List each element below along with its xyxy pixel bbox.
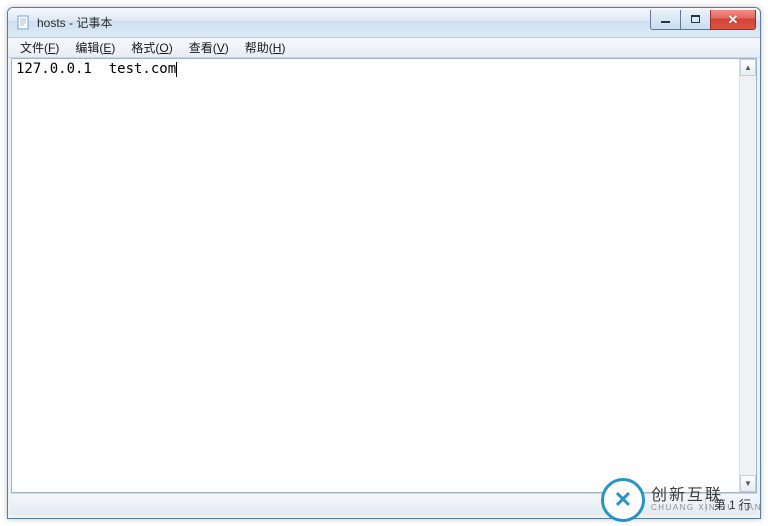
menu-view[interactable]: 查看(V) <box>181 38 237 57</box>
scroll-down-button[interactable]: ▼ <box>740 475 756 492</box>
menu-file[interactable]: 文件(F) <box>12 38 67 57</box>
minimize-icon <box>661 21 670 23</box>
menu-help[interactable]: 帮助(H) <box>237 38 294 57</box>
chevron-down-icon: ▼ <box>744 479 752 488</box>
menu-format[interactable]: 格式(O) <box>123 38 180 57</box>
maximize-icon <box>691 15 700 23</box>
notepad-window: hosts - 记事本 ✕ 文件(F) 编辑(E) 格式(O) 查看(V) 帮助… <box>7 7 761 519</box>
vertical-scrollbar[interactable]: ▲ ▼ <box>739 59 756 492</box>
chevron-up-icon: ▲ <box>744 63 752 72</box>
menubar: 文件(F) 编辑(E) 格式(O) 查看(V) 帮助(H) <box>8 38 760 58</box>
close-icon: ✕ <box>728 13 739 26</box>
titlebar[interactable]: hosts - 记事本 ✕ <box>8 8 760 38</box>
statusbar: 第 1 行 <box>11 493 757 515</box>
editor-content: 127.0.0.1 test.com <box>16 61 176 77</box>
maximize-button[interactable] <box>680 10 710 30</box>
editor-area: 127.0.0.1 test.com ▲ ▼ <box>11 58 757 493</box>
cursor-position: 第 1 行 <box>714 496 751 513</box>
close-button[interactable]: ✕ <box>710 10 756 30</box>
scroll-up-button[interactable]: ▲ <box>740 59 756 76</box>
text-caret <box>176 62 177 77</box>
window-controls: ✕ <box>650 10 756 30</box>
minimize-button[interactable] <box>650 10 680 30</box>
window-title: hosts - 记事本 <box>37 14 112 31</box>
menu-edit[interactable]: 编辑(E) <box>67 38 123 57</box>
text-editor[interactable]: 127.0.0.1 test.com <box>12 59 739 492</box>
notepad-icon <box>16 15 32 31</box>
status-separator <box>705 498 706 512</box>
